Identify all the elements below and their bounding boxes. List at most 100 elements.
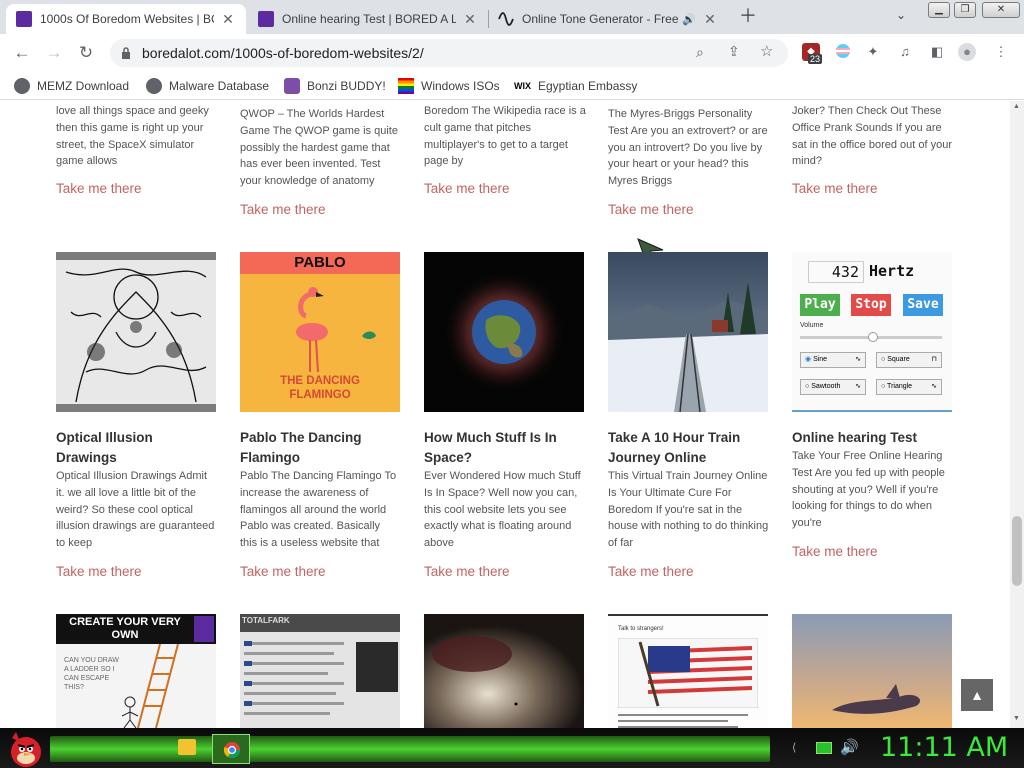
totalfark-thumbnail[interactable]: TOTALFARK: [240, 614, 400, 728]
frequency-unit: Hertz: [869, 262, 915, 280]
trans-flag-extension-icon[interactable]: [834, 43, 852, 61]
scroll-up-arrow-icon[interactable]: ▲: [1013, 103, 1020, 110]
pablo-title-text: PABLO: [294, 254, 346, 271]
scroll-down-arrow-icon[interactable]: ▼: [1013, 715, 1020, 722]
tab-search-chevron-icon[interactable]: ⌄: [896, 8, 906, 22]
forum-list-image: [244, 641, 344, 715]
save-button: Save: [903, 294, 943, 316]
forward-button[interactable]: →: [42, 41, 66, 65]
address-bar[interactable]: boredalot.com/1000s-of-boredom-websites/…: [110, 39, 788, 67]
tab-title: Online Tone Generator - Free: [522, 12, 679, 26]
minimize-button[interactable]: ▁: [928, 2, 950, 18]
tab-title: 1000s Of Boredom Websites | BC: [40, 12, 214, 26]
wave-triangle-option: ○ Triangle ∿: [876, 379, 942, 395]
media-control-icon[interactable]: ♫: [896, 43, 914, 61]
take-me-there-link[interactable]: Take me there: [56, 181, 142, 196]
card-title[interactable]: Online hearing Test: [792, 428, 954, 448]
card-excerpt: QWOP – The Worlds Hardest Game The QWOP …: [240, 108, 398, 188]
totalfark-brand-text: TOTALFARK: [242, 616, 290, 625]
blurred-image: [424, 614, 584, 728]
back-button[interactable]: ←: [10, 41, 34, 65]
take-me-there-link[interactable]: Take me there: [56, 564, 142, 579]
card-title[interactable]: Pablo The Dancing Flamingo: [240, 428, 400, 468]
flamingo-image: [296, 287, 376, 373]
card-title[interactable]: Take A 10 Hour Train Journey Online: [608, 428, 768, 468]
american-flag-thumbnail[interactable]: Talk to strangers!: [608, 614, 768, 728]
card-title[interactable]: Optical Illusion Drawings: [56, 428, 216, 468]
optical-illusion-thumbnail[interactable]: [56, 252, 216, 412]
take-me-there-link[interactable]: Take me there: [240, 564, 326, 579]
close-tab-icon[interactable]: ✕: [702, 11, 718, 28]
flamingo-thumbnail[interactable]: PABLO THE DANCING FLAMINGO: [240, 252, 400, 412]
bookmark-label: Windows ISOs: [421, 79, 500, 93]
bookmarks-bar: MEMZ Download Malware Database Bonzi BUD…: [0, 72, 1024, 100]
take-me-there-link[interactable]: Take me there: [792, 544, 878, 559]
earth-satellites-image: [424, 252, 584, 412]
extensions-puzzle-icon[interactable]: ✦: [864, 43, 882, 61]
bookmark-windows-isos[interactable]: Windows ISOs: [398, 76, 500, 96]
take-me-there-link[interactable]: Take me there: [608, 564, 694, 579]
profile-avatar-icon[interactable]: ●: [958, 43, 976, 61]
menu-kebab-icon[interactable]: ⋮: [992, 43, 1010, 61]
ladder-drawing-thumbnail[interactable]: CREATE YOUR VERY OWN CAN YOU DRAW A LADD…: [56, 614, 216, 728]
bookmark-bonzi-buddy[interactable]: Bonzi BUDDY!: [284, 76, 386, 96]
lock-icon[interactable]: [121, 47, 131, 59]
tab-hearing-test[interactable]: Online hearing Test | BORED A LO ✕: [248, 4, 488, 34]
tab-boredom-websites[interactable]: 1000s Of Boredom Websites | BC ✕: [6, 4, 246, 34]
tab-strip: 1000s Of Boredom Websites | BC ✕ Online …: [0, 0, 1024, 34]
extension-badge: 23: [808, 54, 823, 64]
new-tab-button[interactable]: ＋: [738, 6, 758, 26]
bookmark-star-icon[interactable]: ☆: [760, 42, 773, 60]
sunset-thumbnail[interactable]: [792, 614, 952, 728]
bookmark-malware-database[interactable]: Malware Database: [146, 76, 269, 96]
zoom-icon[interactable]: ⌕: [696, 44, 704, 61]
flag-page-heading-text: Talk to strangers!: [618, 626, 664, 632]
bookmark-memz[interactable]: MEMZ Download: [14, 76, 129, 96]
url-text[interactable]: boredalot.com/1000s-of-boredom-websites/…: [142, 45, 424, 61]
wave-square-option: ○ Square ⊓: [876, 352, 942, 368]
restore-button[interactable]: ❐: [954, 2, 976, 18]
share-icon[interactable]: ⇪: [728, 43, 740, 60]
angry-bird-start-icon[interactable]: [4, 728, 50, 768]
volume-icon[interactable]: 🔊: [840, 738, 859, 756]
card-excerpt: The Myres-Briggs Personality Test Are yo…: [608, 108, 768, 188]
card-excerpt: Take Your Free Online Hearing Test Are y…: [792, 450, 945, 530]
network-icon[interactable]: [816, 742, 832, 754]
space-thumbnail[interactable]: [424, 252, 584, 412]
taskbar-clock[interactable]: 11:11 AM: [880, 732, 1008, 763]
sunset-sky-image: [792, 614, 952, 728]
scrollbar-thumb[interactable]: [1012, 516, 1022, 586]
scroll-to-top-button[interactable]: ▲: [961, 679, 993, 711]
take-me-there-link[interactable]: Take me there: [240, 202, 326, 217]
close-window-button[interactable]: ✕: [982, 2, 1020, 18]
take-me-there-link[interactable]: Take me there: [792, 181, 878, 196]
blurry-photo-thumbnail[interactable]: [424, 614, 584, 728]
globe-icon: [146, 78, 162, 94]
tab-tone-generator[interactable]: Online Tone Generator - Free 🔊 ✕: [488, 4, 728, 34]
page-content: love all things space and geeky then thi…: [0, 101, 1010, 728]
show-hidden-icons-chevron-icon[interactable]: ⟨: [792, 741, 796, 754]
bookmark-egyptian-embassy[interactable]: WIX Egyptian Embassy: [514, 76, 637, 96]
close-tab-icon[interactable]: ✕: [462, 11, 478, 28]
tone-generator-thumbnail[interactable]: 432 Hertz Play Stop Save Volume ◉ Sine ∿…: [792, 252, 952, 412]
globe-icon: [14, 78, 30, 94]
card-title[interactable]: How Much Stuff Is In Space?: [424, 428, 584, 468]
ladder-heading-text: CREATE YOUR VERY OWN: [69, 616, 181, 641]
bookmark-label: Bonzi BUDDY!: [307, 79, 386, 93]
card-excerpt: Pablo The Dancing Flamingo To increase t…: [240, 470, 397, 550]
page-scrollbar[interactable]: ▲ ▼: [1010, 101, 1024, 728]
train-journey-thumbnail[interactable]: [608, 252, 768, 412]
card-excerpt: Optical Illusion Drawings Admit it. we a…: [56, 470, 215, 550]
take-me-there-link[interactable]: Take me there: [608, 202, 694, 217]
wave-sine-option: ◉ Sine ∿: [800, 352, 866, 368]
file-explorer-icon[interactable]: [178, 739, 196, 755]
sidebar-ad-block: [356, 642, 398, 692]
take-me-there-link[interactable]: Take me there: [424, 564, 510, 579]
close-tab-icon[interactable]: ✕: [220, 11, 236, 28]
reload-button[interactable]: ↻: [74, 41, 98, 65]
take-me-there-link[interactable]: Take me there: [424, 181, 510, 196]
chrome-taskbar-button[interactable]: [212, 734, 250, 764]
speaker-icon[interactable]: 🔊: [682, 13, 696, 26]
snowy-railway-image: [608, 252, 768, 412]
side-panel-icon[interactable]: ◧: [928, 43, 946, 61]
